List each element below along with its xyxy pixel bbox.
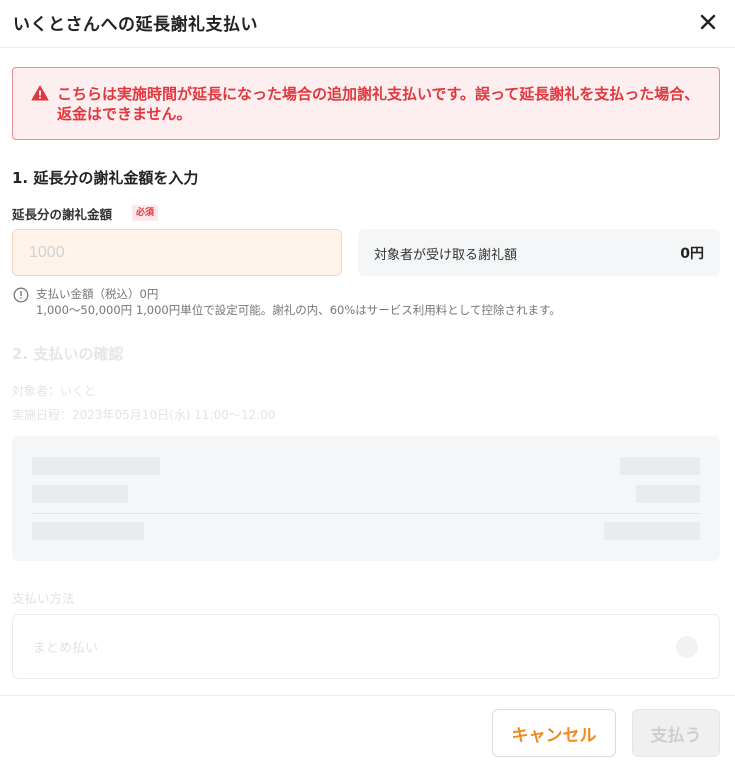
payment-method-select[interactable]: まとめ払い (12, 614, 720, 679)
payment-method-value: まとめ払い (33, 641, 99, 656)
dialog-title: いくとさんへの延長謝礼支払い (13, 15, 258, 35)
skeleton-line (604, 522, 700, 540)
confirm-target: 対象者：いくと (12, 384, 97, 398)
skeleton-line (32, 457, 160, 475)
section-confirm-title: 2. 支払いの確認 (12, 345, 124, 363)
dialog-header: いくとさんへの延長謝礼支払い (0, 0, 735, 48)
amount-field-label: 延長分の謝礼金額 (12, 207, 113, 222)
cancel-button[interactable]: キャンセル (492, 709, 616, 757)
close-icon[interactable] (696, 10, 720, 34)
skeleton-line (620, 457, 700, 475)
extension-amount-input[interactable] (12, 229, 342, 276)
warning-text: こちらは実施時間が延長になった場合の追加謝礼支払いです。誤って延長謝礼を支払った… (57, 85, 700, 123)
info-icon (13, 287, 29, 303)
section-amount-title: 1. 延長分の謝礼金額を入力 (12, 169, 199, 187)
dialog-footer: キャンセル 支払う (0, 695, 735, 765)
receive-amount-value: 0円 (680, 246, 704, 262)
confirm-date: 実施日程：2023年05月10日(水) 11:00〜12:00 (12, 408, 276, 422)
summary-divider (32, 513, 700, 514)
skeleton-line (636, 485, 700, 503)
required-badge: 必須 (132, 205, 159, 221)
warning-icon (31, 85, 49, 101)
payment-total-info: 支払い金額（税込）0円 (36, 287, 159, 301)
skeleton-line (32, 522, 144, 540)
amount-rule-info: 1,000〜50,000円 1,000円単位で設定可能。謝礼の内、60%はサービ… (36, 303, 561, 317)
payment-method-icon (676, 636, 698, 658)
payment-method-label: 支払い方法 (12, 591, 75, 606)
warning-alert: こちらは実施時間が延長になった場合の追加謝礼支払いです。誤って延長謝礼を支払った… (12, 67, 720, 140)
pay-button[interactable]: 支払う (632, 709, 720, 757)
receive-amount-box: 対象者が受け取る謝礼額 0円 (358, 229, 720, 276)
receive-amount-label: 対象者が受け取る謝礼額 (374, 248, 518, 263)
payment-summary-placeholder (12, 436, 720, 561)
skeleton-line (32, 485, 128, 503)
